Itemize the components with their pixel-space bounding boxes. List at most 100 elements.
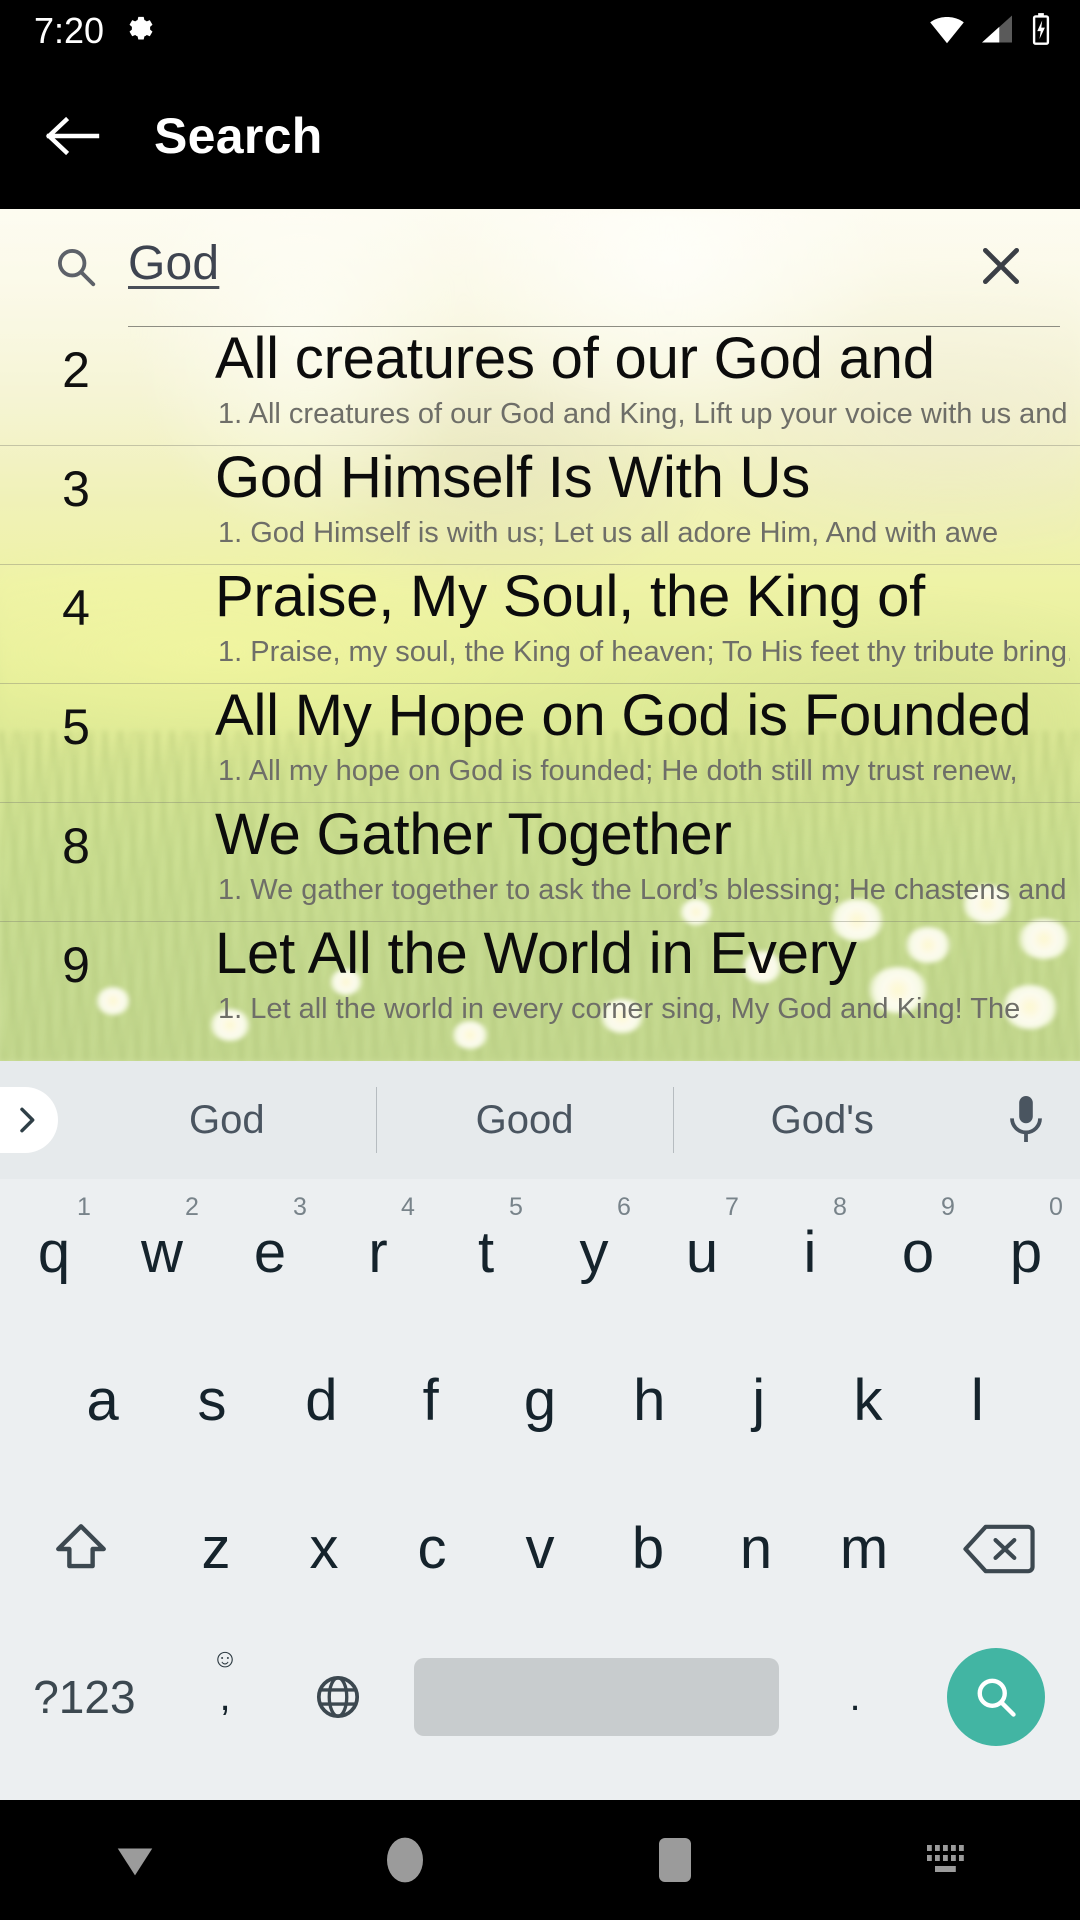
key-label: w xyxy=(141,1220,183,1285)
key-i[interactable]: 8i xyxy=(756,1179,864,1327)
search-input[interactable]: God xyxy=(128,236,219,291)
space-key[interactable] xyxy=(394,1623,799,1771)
list-item[interactable]: 5 All My Hope on God is Founded 1. All m… xyxy=(0,683,1080,802)
microphone-icon[interactable] xyxy=(971,1094,1080,1146)
hymn-title: Praise, My Soul, the King of xyxy=(215,564,926,629)
search-icon xyxy=(946,1648,1045,1746)
hymn-first-line: 1. Praise, my soul, the King of heaven; … xyxy=(218,636,1070,668)
list-item[interactable]: 8 We Gather Together 1. We gather togeth… xyxy=(0,802,1080,921)
back-arrow-icon[interactable] xyxy=(14,77,132,195)
key-x[interactable]: x xyxy=(270,1475,378,1623)
key-label: y xyxy=(579,1220,609,1285)
key-label: e xyxy=(253,1220,287,1285)
key-label: r xyxy=(368,1220,388,1285)
key-g[interactable]: g xyxy=(485,1327,594,1475)
key-n[interactable]: n xyxy=(702,1475,810,1623)
suggestion-item[interactable]: Good xyxy=(375,1061,674,1179)
key-hint: 8 xyxy=(833,1193,847,1221)
key-label: q xyxy=(37,1220,71,1285)
list-item[interactable]: 3 God Himself Is With Us 1. God Himself … xyxy=(0,445,1080,564)
home-icon[interactable] xyxy=(270,1835,540,1885)
key-label: z xyxy=(201,1516,231,1581)
suggestion-item[interactable]: God's xyxy=(673,1061,971,1179)
keyboard-switcher-icon[interactable] xyxy=(810,1843,1080,1877)
search-field-row: God xyxy=(0,209,1080,327)
list-item[interactable]: 4 Praise, My Soul, the King of 1. Praise… xyxy=(0,564,1080,683)
key-hint: 3 xyxy=(293,1193,307,1221)
globe-language-icon[interactable] xyxy=(281,1623,394,1771)
on-screen-keyboard: God Good God's 1q 2w 3e 4r 5t 6y 7u 8i 9… xyxy=(0,1061,1080,1800)
recents-icon[interactable] xyxy=(540,1835,810,1885)
hymn-title: All My Hope on God is Founded xyxy=(215,683,1032,748)
shift-arrow-icon[interactable] xyxy=(0,1475,162,1623)
hymn-title: God Himself Is With Us xyxy=(215,445,811,510)
key-hint: 2 xyxy=(185,1193,199,1221)
key-hint: 7 xyxy=(725,1193,739,1221)
phone-screen: 7:20 Search God 2 All creatures of our G… xyxy=(0,0,1080,1920)
key-s[interactable]: s xyxy=(157,1327,266,1475)
key-j[interactable]: j xyxy=(704,1327,813,1475)
backspace-icon[interactable] xyxy=(918,1475,1080,1623)
key-d[interactable]: d xyxy=(267,1327,376,1475)
status-icons xyxy=(928,11,1054,52)
period-key[interactable]: . xyxy=(799,1623,912,1771)
key-label: . xyxy=(849,1674,861,1719)
hymn-first-line: 1. We gather together to ask the Lord’s … xyxy=(218,874,1067,906)
key-h[interactable]: h xyxy=(595,1327,704,1475)
key-label: l xyxy=(970,1368,984,1433)
key-y[interactable]: 6y xyxy=(540,1179,648,1327)
hymn-number: 5 xyxy=(62,699,90,755)
key-t[interactable]: 5t xyxy=(432,1179,540,1327)
key-label: v xyxy=(525,1516,555,1581)
key-z[interactable]: z xyxy=(162,1475,270,1623)
hide-keyboard-icon[interactable] xyxy=(0,1840,270,1880)
comma-key[interactable]: ☺ , xyxy=(169,1623,282,1771)
key-hint: 1 xyxy=(77,1193,91,1221)
key-u[interactable]: 7u xyxy=(648,1179,756,1327)
key-label: o xyxy=(901,1220,935,1285)
key-label: c xyxy=(417,1516,447,1581)
list-item[interactable]: 9 Let All the World in Every 1. Let all … xyxy=(0,921,1080,1040)
hymn-number: 9 xyxy=(62,937,90,993)
close-icon[interactable] xyxy=(972,237,1030,295)
key-a[interactable]: a xyxy=(48,1327,157,1475)
key-label: n xyxy=(739,1516,773,1581)
key-r[interactable]: 4r xyxy=(324,1179,432,1327)
key-label: ?123 xyxy=(33,1671,136,1723)
key-e[interactable]: 3e xyxy=(216,1179,324,1327)
cell-signal-icon xyxy=(979,14,1015,49)
symbols-key[interactable]: ?123 xyxy=(0,1623,169,1771)
key-l[interactable]: l xyxy=(923,1327,1032,1475)
key-b[interactable]: b xyxy=(594,1475,702,1623)
search-icon[interactable] xyxy=(50,241,102,293)
hymn-title: We Gather Together xyxy=(215,802,732,867)
key-hint: 9 xyxy=(941,1193,955,1221)
key-c[interactable]: c xyxy=(378,1475,486,1623)
key-label: a xyxy=(86,1368,119,1433)
hymn-first-line: 1. God Himself is with us; Let us all ad… xyxy=(218,517,999,549)
hymn-first-line: 1. All creatures of our God and King, Li… xyxy=(218,398,1068,430)
spacebar-surface xyxy=(413,1658,779,1736)
key-label: u xyxy=(685,1220,719,1285)
key-label: m xyxy=(839,1516,889,1581)
key-label: f xyxy=(422,1368,439,1433)
key-m[interactable]: m xyxy=(810,1475,918,1623)
search-results-panel: God 2 All creatures of our God and 1. Al… xyxy=(0,209,1080,1061)
key-p[interactable]: 0p xyxy=(972,1179,1080,1327)
list-item[interactable]: 2 All creatures of our God and 1. All cr… xyxy=(0,326,1080,445)
hymn-title: All creatures of our God and xyxy=(215,326,935,391)
key-q[interactable]: 1q xyxy=(0,1179,108,1327)
key-hint: 5 xyxy=(509,1193,523,1221)
key-v[interactable]: v xyxy=(486,1475,594,1623)
key-k[interactable]: k xyxy=(813,1327,922,1475)
key-f[interactable]: f xyxy=(376,1327,485,1475)
settings-gear-icon xyxy=(124,14,158,48)
key-label: i xyxy=(803,1220,817,1285)
key-o[interactable]: 9o xyxy=(864,1179,972,1327)
chevron-right-icon[interactable] xyxy=(0,1087,58,1153)
key-label: k xyxy=(853,1368,883,1433)
suggestion-item[interactable]: God xyxy=(78,1061,376,1179)
key-label: d xyxy=(305,1368,338,1433)
enter-search-key[interactable] xyxy=(911,1623,1080,1771)
key-w[interactable]: 2w xyxy=(108,1179,216,1327)
